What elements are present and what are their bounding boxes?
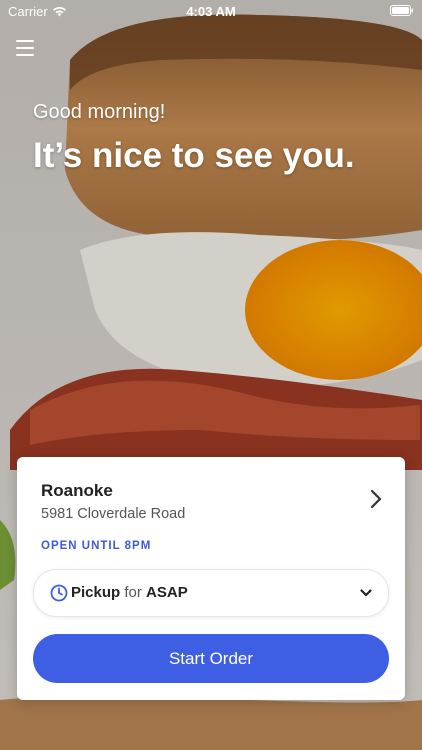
battery-icon	[390, 5, 413, 16]
status-time: 4:03 AM	[186, 4, 236, 19]
store-name: Roanoke	[41, 481, 113, 500]
order-method: Pickup	[71, 584, 121, 601]
order-mode-text: Pickup for ASAP	[71, 584, 188, 601]
clock-icon	[50, 584, 68, 602]
store-hours: OPEN UNTIL 8PM	[41, 540, 152, 552]
headline-text: It’s nice to see you.	[33, 136, 355, 175]
chevron-down-icon[interactable]	[360, 588, 372, 598]
start-order-button[interactable]: Start Order	[33, 634, 389, 683]
chevron-right-icon[interactable]	[369, 489, 383, 509]
hamburger-menu-icon[interactable]	[16, 40, 34, 56]
greeting-text: Good morning!	[33, 101, 166, 123]
order-card: Roanoke 5981 Cloverdale Road OPEN UNTIL …	[17, 457, 405, 700]
status-bar: Carrier 4:03 AM	[0, 0, 422, 22]
store-address: 5981 Cloverdale Road	[41, 506, 186, 522]
order-mode-selector[interactable]: Pickup for ASAP	[33, 569, 389, 617]
order-connector: for	[124, 584, 142, 601]
order-time: ASAP	[146, 584, 188, 601]
